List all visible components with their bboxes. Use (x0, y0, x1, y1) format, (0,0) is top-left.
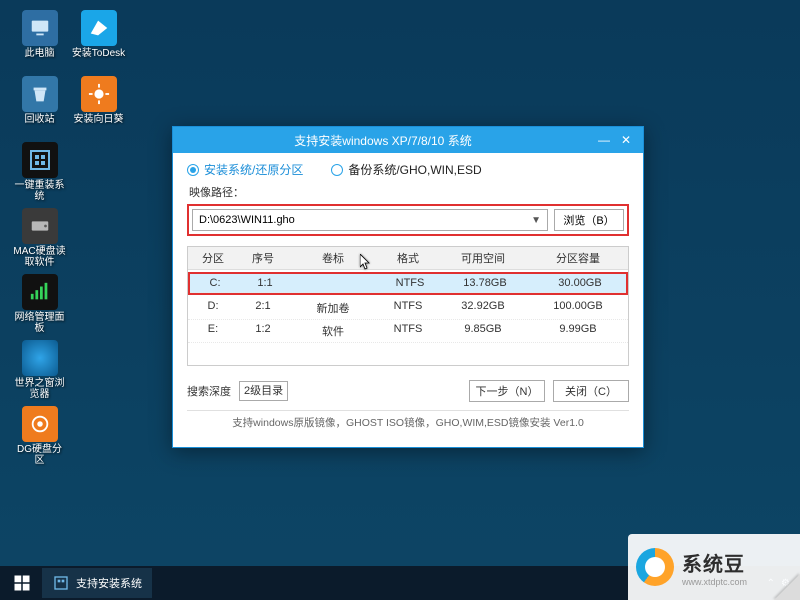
cell-volume: 软件 (288, 320, 378, 342)
radio-install[interactable]: 安装系统/还原分区 (187, 161, 303, 178)
desktop-icon-label: DG硬盘分区 (13, 444, 67, 466)
brand-logo-icon (636, 548, 674, 586)
col-volume: 卷标 (288, 247, 378, 269)
desktop-icon-dg[interactable]: DG硬盘分区 (12, 404, 67, 466)
desktop-icon-computer[interactable]: 此电脑 (12, 8, 67, 70)
desktop-icon-browser[interactable]: 世界之窗浏览器 (12, 338, 67, 400)
cell-index: 1:2 (238, 320, 288, 342)
desktop-icons-grid: 此电脑 安装ToDesk 回收站 安装向日葵 一键重装系统 MAC硬盘读取软件 … (12, 8, 126, 466)
cell-format: NTFS (380, 274, 440, 292)
table-row[interactable]: D: 2:1 新加卷 NTFS 32.92GB 100.00GB (188, 297, 628, 320)
cell-format: NTFS (378, 297, 438, 319)
drive-icon (22, 208, 58, 244)
cell-capacity: 100.00GB (528, 297, 628, 319)
network-icon (22, 274, 58, 310)
desktop: 此电脑 安装ToDesk 回收站 安装向日葵 一键重装系统 MAC硬盘读取软件 … (0, 0, 800, 600)
cell-volume (290, 274, 380, 292)
bottom-controls: 搜索深度 2级目录 下一步（N） 关闭（C） (187, 380, 629, 402)
window-footer: 支持windows原版镜像，GHOST ISO镜像，GHO,WIM,ESD镜像安… (187, 410, 629, 430)
radio-icon (187, 164, 199, 176)
cell-free: 32.92GB (438, 297, 528, 319)
col-format: 格式 (378, 247, 438, 269)
search-depth-select[interactable]: 2级目录 (239, 381, 288, 401)
cell-format: NTFS (378, 320, 438, 342)
partition-table: 分区 序号 卷标 格式 可用空间 分区容量 C: 1:1 NTFS 13. (187, 246, 629, 366)
window-body: 安装系统/还原分区 备份系统/GHO,WIN,ESD 映像路径： D:\0623… (173, 153, 643, 436)
cell-capacity: 30.00GB (530, 274, 628, 292)
desktop-icon-todesk[interactable]: 安装ToDesk (71, 8, 126, 70)
path-highlight: D:\0623\WIN11.gho ▼ 浏览（B） (187, 204, 629, 236)
desktop-icon-label: 安装ToDesk (72, 48, 125, 59)
desktop-icon-netmgr[interactable]: 网络管理面板 (12, 272, 67, 334)
desktop-icon-label: 一键重装系统 (13, 180, 67, 202)
table-header: 分区 序号 卷标 格式 可用空间 分区容量 (188, 247, 628, 270)
col-capacity: 分区容量 (528, 247, 628, 269)
app-icon (52, 574, 70, 592)
installer-window: 支持安装windows XP/7/8/10 系统 — ✕ 安装系统/还原分区 备… (172, 126, 644, 448)
computer-icon (22, 10, 58, 46)
taskbar-item-installer[interactable]: 支持安装系统 (42, 568, 152, 598)
desktop-icon-label: 安装向日葵 (74, 114, 124, 125)
cell-capacity: 9.99GB (528, 320, 628, 342)
desktop-icon-macdisk[interactable]: MAC硬盘读取软件 (12, 206, 67, 268)
desktop-icon-label: 网络管理面板 (13, 312, 67, 334)
minimize-button[interactable]: — (593, 131, 615, 149)
window-title: 支持安装windows XP/7/8/10 系统 (173, 132, 593, 149)
table-row[interactable]: E: 1:2 软件 NTFS 9.85GB 9.99GB (188, 320, 628, 343)
cell-volume: 新加卷 (288, 297, 378, 319)
reinstall-icon (22, 142, 58, 178)
todesk-icon (81, 10, 117, 46)
table-body: C: 1:1 NTFS 13.78GB 30.00GB D: 2:1 新加卷 N… (188, 270, 628, 343)
brand-name: 系统豆 (682, 548, 747, 577)
cell-drive: E: (188, 320, 238, 342)
radio-label: 安装系统/还原分区 (204, 161, 303, 178)
radio-icon (331, 164, 343, 176)
browse-button[interactable]: 浏览（B） (554, 209, 624, 231)
page-curl-icon (774, 574, 800, 600)
image-path-combobox[interactable]: D:\0623\WIN11.gho ▼ (192, 209, 548, 231)
cell-index: 2:1 (238, 297, 288, 319)
next-button[interactable]: 下一步（N） (469, 380, 545, 402)
close-button[interactable]: ✕ (615, 131, 637, 149)
chevron-down-icon: ▼ (531, 215, 541, 226)
col-drive: 分区 (188, 247, 238, 269)
desktop-icon-label: 回收站 (25, 114, 55, 125)
desktop-icon-reinstall[interactable]: 一键重装系统 (12, 140, 67, 202)
cell-index: 1:1 (240, 274, 290, 292)
globe-icon (22, 340, 58, 376)
watermark: 系统豆 www.xtdptc.com (628, 534, 800, 600)
taskbar-item-label: 支持安装系统 (76, 575, 142, 591)
partition-icon (22, 406, 58, 442)
desktop-icon-sunflower[interactable]: 安装向日葵 (71, 74, 126, 136)
mode-radio-row: 安装系统/还原分区 备份系统/GHO,WIN,ESD (187, 161, 629, 178)
cell-drive: C: (190, 274, 240, 292)
depth-label: 搜索深度 (187, 383, 231, 399)
col-free: 可用空间 (438, 247, 528, 269)
row-highlight: C: 1:1 NTFS 13.78GB 30.00GB (188, 272, 628, 295)
cell-free: 13.78GB (440, 274, 530, 292)
desktop-icon-label: MAC硬盘读取软件 (13, 246, 67, 268)
depth-value: 2级目录 (244, 385, 283, 397)
sunflower-icon (81, 76, 117, 112)
brand-url: www.xtdptc.com (682, 577, 747, 587)
close-window-button[interactable]: 关闭（C） (553, 380, 629, 402)
desktop-icon-label: 世界之窗浏览器 (13, 378, 67, 400)
titlebar[interactable]: 支持安装windows XP/7/8/10 系统 — ✕ (173, 127, 643, 153)
desktop-icon-label: 此电脑 (25, 48, 55, 59)
cell-free: 9.85GB (438, 320, 528, 342)
desktop-icon-recycle[interactable]: 回收站 (12, 74, 67, 136)
recycle-icon (22, 76, 58, 112)
cell-drive: D: (188, 297, 238, 319)
path-value: D:\0623\WIN11.gho (199, 214, 295, 226)
table-row[interactable]: C: 1:1 NTFS 13.78GB 30.00GB (190, 274, 626, 293)
radio-backup[interactable]: 备份系统/GHO,WIN,ESD (331, 161, 481, 178)
radio-label: 备份系统/GHO,WIN,ESD (348, 161, 481, 178)
start-button[interactable] (4, 568, 40, 598)
path-label: 映像路径： (189, 184, 629, 200)
col-index: 序号 (238, 247, 288, 269)
